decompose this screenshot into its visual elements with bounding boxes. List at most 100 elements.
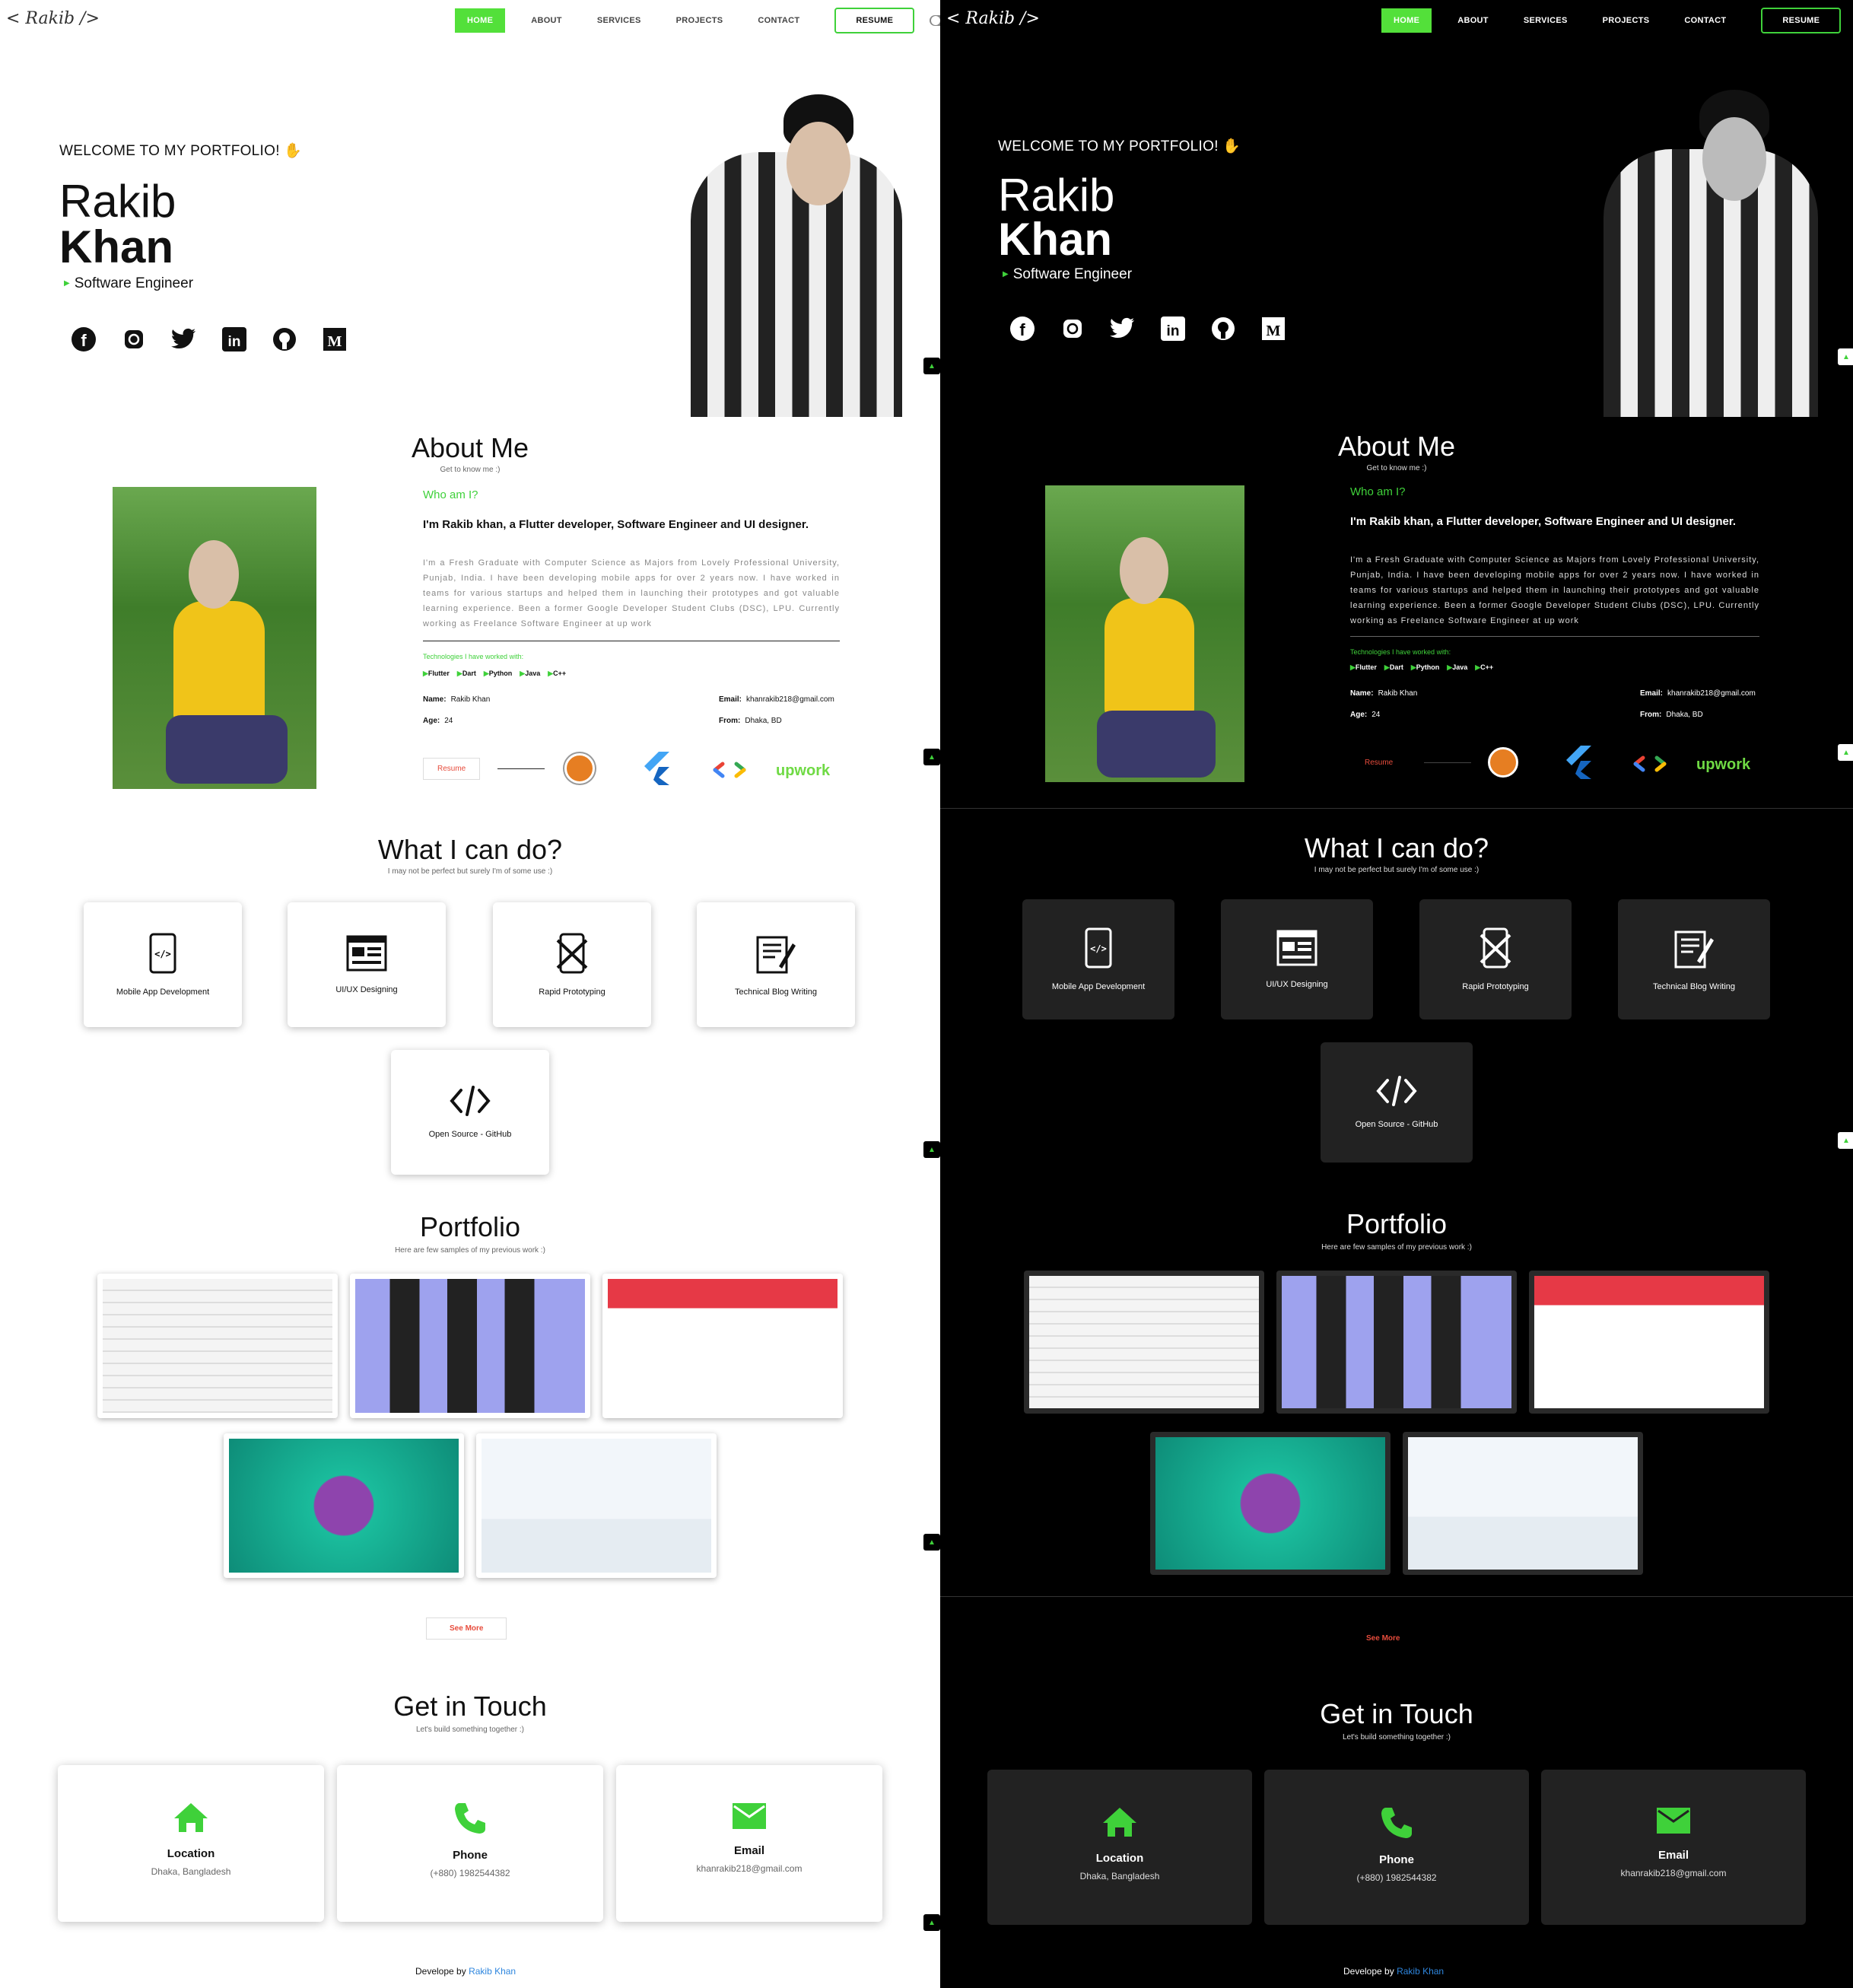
contact-card-location: Location Dhaka, Bangladesh: [58, 1765, 324, 1922]
phone-icon: [455, 1803, 485, 1834]
contact-title: Get in Touch: [393, 1691, 547, 1722]
linkedin-icon[interactable]: in: [1159, 315, 1187, 342]
portfolio-item[interactable]: [602, 1274, 843, 1418]
facebook-icon[interactable]: f: [1009, 315, 1036, 342]
mail-icon: [733, 1803, 766, 1829]
social-links: f in M: [70, 326, 348, 353]
service-card-mobile[interactable]: </> Mobile App Development: [84, 902, 242, 1027]
phone-icon: [1381, 1808, 1412, 1838]
about-photo: [113, 487, 316, 789]
portfolio-item[interactable]: [1276, 1271, 1517, 1414]
about-bio: I'm a Fresh Graduate with Computer Scien…: [423, 558, 840, 628]
portfolio-item[interactable]: [350, 1274, 590, 1418]
linkedin-icon[interactable]: in: [221, 326, 248, 353]
nav-projects[interactable]: PROJECTS: [676, 16, 723, 25]
see-more-button[interactable]: See More: [1343, 1628, 1423, 1649]
scroll-top-icon[interactable]: ▲: [923, 358, 940, 374]
about-resume-button[interactable]: Resume: [1350, 752, 1408, 774]
nav-contact[interactable]: CONTACT: [758, 16, 799, 25]
scroll-top-icon[interactable]: ▲: [1838, 1132, 1853, 1149]
instagram-icon[interactable]: [120, 326, 148, 353]
service-card-blog[interactable]: Technical Blog Writing: [1618, 899, 1770, 1019]
nav-services[interactable]: SERVICES: [1524, 16, 1568, 25]
nav-home[interactable]: HOME: [1381, 8, 1432, 33]
wave-icon: ✋: [1222, 138, 1241, 154]
info-from: From: Dhaka, BD: [1640, 711, 1703, 719]
info-name: Name: Rakib Khan: [1350, 689, 1418, 698]
nav-resume-button[interactable]: RESUME: [1761, 8, 1842, 33]
facebook-icon[interactable]: f: [70, 326, 97, 353]
twitter-icon[interactable]: [170, 326, 198, 353]
twitter-icon[interactable]: [1109, 315, 1136, 342]
medium-icon[interactable]: M: [1260, 315, 1287, 342]
info-name: Name: Rakib Khan: [423, 695, 491, 704]
footer-author-link[interactable]: Rakib Khan: [1397, 1966, 1444, 1977]
github-icon[interactable]: [271, 326, 298, 353]
see-more-button[interactable]: See More: [426, 1617, 507, 1640]
phone-tools-icon: [556, 933, 588, 974]
instagram-icon[interactable]: [1059, 315, 1086, 342]
dark-theme-page: < Rakib /> HOME ABOUT SERVICES PROJECTS …: [940, 0, 1853, 1988]
service-card-prototyping[interactable]: Rapid Prototyping: [1419, 899, 1572, 1019]
service-card-mobile[interactable]: </> Mobile App Development: [1022, 899, 1174, 1019]
svg-text:</>: </>: [1090, 943, 1107, 954]
nav-projects[interactable]: PROJECTS: [1603, 16, 1650, 25]
wave-icon: ✋: [284, 143, 303, 159]
site-logo[interactable]: < Rakib />: [6, 9, 100, 28]
portfolio-subtitle: Here are few samples of my previous work…: [1321, 1243, 1472, 1252]
portfolio-item[interactable]: [476, 1433, 717, 1578]
tech-item: Python: [484, 670, 513, 678]
tech-item: Python: [1411, 663, 1440, 672]
github-icon[interactable]: [1209, 315, 1237, 342]
hero-role: Software Engineer: [64, 275, 193, 292]
lpu-logo-icon: [564, 753, 595, 784]
mail-icon: [1657, 1808, 1690, 1834]
portfolio-item[interactable]: [1529, 1271, 1769, 1414]
portfolio-item[interactable]: [1024, 1271, 1264, 1414]
tech-item: Flutter: [1350, 663, 1377, 672]
scroll-top-icon[interactable]: ▲: [923, 1914, 940, 1931]
service-card-uiux[interactable]: UI/UX Designing: [1221, 899, 1373, 1019]
hero-last-name: Khan: [59, 221, 173, 272]
nav-about[interactable]: ABOUT: [531, 16, 562, 25]
scroll-top-icon[interactable]: ▲: [1838, 744, 1853, 761]
nav-home[interactable]: HOME: [455, 8, 506, 33]
services-subtitle: I may not be perfect but surely I'm of s…: [1314, 866, 1480, 874]
flutter-logo-icon: [1562, 746, 1593, 783]
theme-toggle[interactable]: [930, 15, 940, 26]
portfolio-item[interactable]: [224, 1433, 464, 1578]
tech-item: Java: [520, 670, 540, 678]
nav-contact[interactable]: CONTACT: [1684, 16, 1726, 25]
footer-author-link[interactable]: Rakib Khan: [469, 1966, 516, 1977]
medium-icon[interactable]: M: [321, 326, 348, 353]
section-divider: [940, 808, 1853, 809]
tech-item: Flutter: [423, 670, 450, 678]
scroll-top-icon[interactable]: ▲: [923, 749, 940, 765]
about-resume-button[interactable]: Resume: [423, 758, 481, 780]
site-logo[interactable]: < Rakib />: [946, 9, 1040, 28]
nav-about[interactable]: ABOUT: [1457, 16, 1489, 25]
upwork-logo: upwork: [1696, 756, 1751, 773]
nav-services[interactable]: SERVICES: [597, 16, 641, 25]
services-subtitle: I may not be perfect but surely I'm of s…: [387, 867, 553, 876]
portfolio-title: Portfolio: [419, 1211, 521, 1242]
portfolio-item[interactable]: [1403, 1432, 1643, 1575]
hero-last-name: Khan: [998, 214, 1112, 265]
info-age: Age: 24: [423, 717, 453, 725]
hero-portrait-face: [1702, 117, 1766, 201]
service-card-opensource[interactable]: Open Source - GitHub: [1321, 1042, 1473, 1163]
scroll-top-icon[interactable]: ▲: [923, 1141, 940, 1158]
flutter-logo-icon: [640, 752, 671, 789]
hero-portrait-face: [787, 122, 850, 205]
service-card-prototyping[interactable]: Rapid Prototyping: [493, 902, 651, 1027]
portfolio-item[interactable]: [1150, 1432, 1391, 1575]
footer-credit: Develope by Rakib Khan: [415, 1966, 516, 1977]
scroll-top-icon[interactable]: ▲: [1838, 348, 1853, 365]
service-card-uiux[interactable]: UI/UX Designing: [288, 902, 446, 1027]
scroll-top-icon[interactable]: ▲: [923, 1534, 940, 1551]
service-card-blog[interactable]: Technical Blog Writing: [697, 902, 855, 1027]
portfolio-item[interactable]: [97, 1274, 338, 1418]
nav-resume-button[interactable]: RESUME: [834, 8, 915, 33]
service-card-opensource[interactable]: Open Source - GitHub: [391, 1050, 549, 1175]
tech-item: C++: [548, 670, 566, 678]
